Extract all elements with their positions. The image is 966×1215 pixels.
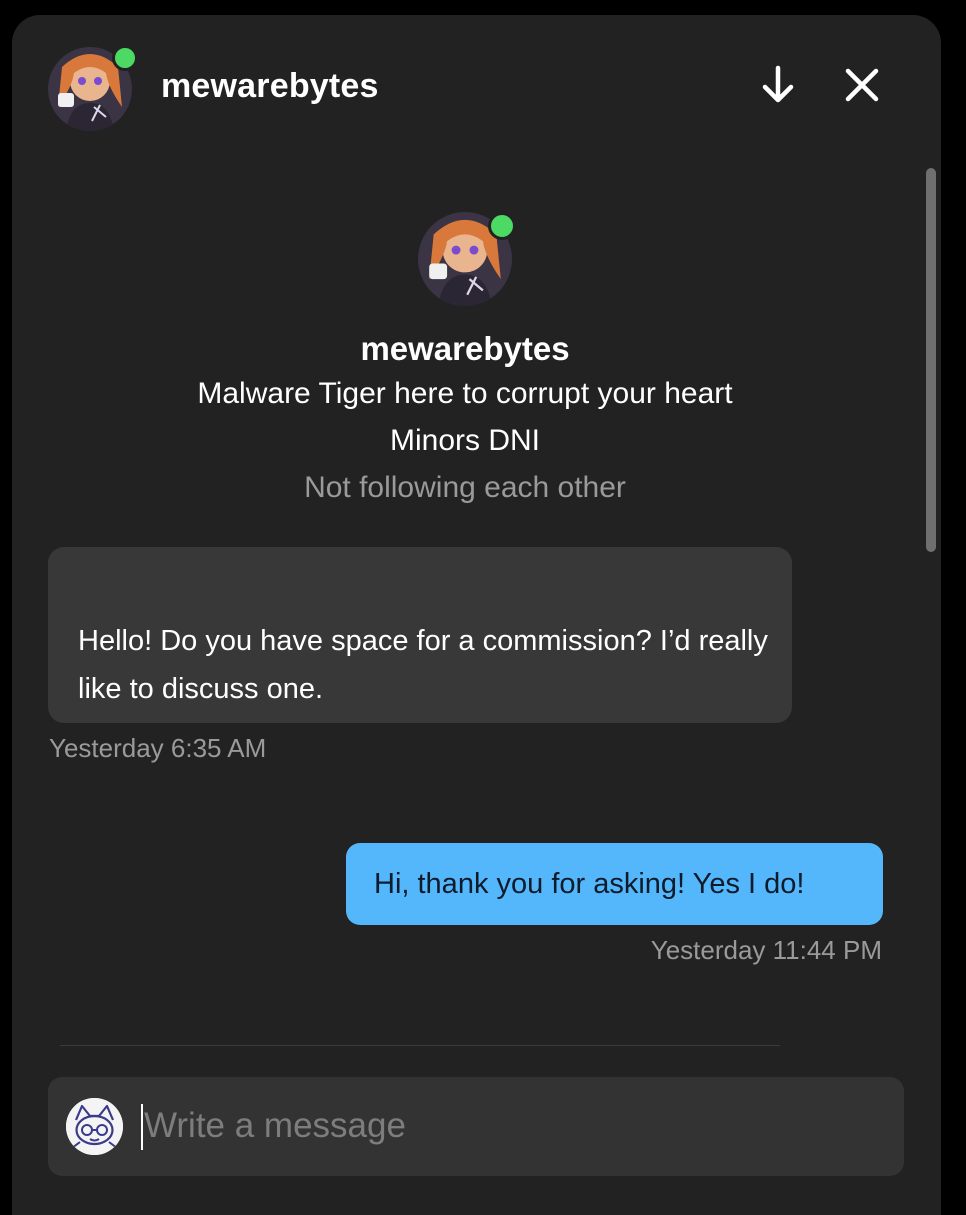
profile-bio-line-2: Minors DNI <box>389 424 540 457</box>
profile-username[interactable]: mewarebytes <box>12 330 918 368</box>
chat-header: mewarebytes <box>12 15 941 163</box>
profile-online-dot <box>488 212 516 240</box>
outgoing-message-text: Hi, thank you for asking! Yes I do! <box>374 867 805 900</box>
message-composer: Write a message <box>12 1049 941 1215</box>
incoming-message-text: Hello! Do you have space for a commissio… <box>78 625 768 705</box>
text-caret <box>141 1104 143 1150</box>
outgoing-message-timestamp: Yesterday 11:44 PM <box>650 935 882 965</box>
header-avatar[interactable] <box>48 45 138 131</box>
online-status-dot <box>112 45 138 71</box>
profile-bio-line-1: Malware Tiger here to corrupt your heart <box>197 377 733 410</box>
close-icon[interactable] <box>838 61 886 109</box>
outgoing-message-bubble[interactable]: Hi, thank you for asking! Yes I do! <box>346 843 883 925</box>
chat-window: mewarebytes mewarebytes Malware Tiger he… <box>12 15 941 1215</box>
header-username[interactable]: mewarebytes <box>161 67 379 106</box>
arrow-down-icon[interactable] <box>754 61 802 109</box>
incoming-message-bubble[interactable]: Hello! Do you have space for a commissio… <box>48 547 792 723</box>
message-input[interactable]: Write a message <box>48 1077 904 1176</box>
message-input-placeholder: Write a message <box>144 1106 406 1145</box>
follow-status: Not following each other <box>304 471 626 504</box>
profile-avatar[interactable] <box>418 212 516 306</box>
incoming-message-timestamp: Yesterday 6:35 AM <box>49 733 267 763</box>
my-avatar <box>66 1098 123 1155</box>
composer-divider <box>60 1045 780 1046</box>
scrollbar-thumb[interactable] <box>926 168 936 552</box>
